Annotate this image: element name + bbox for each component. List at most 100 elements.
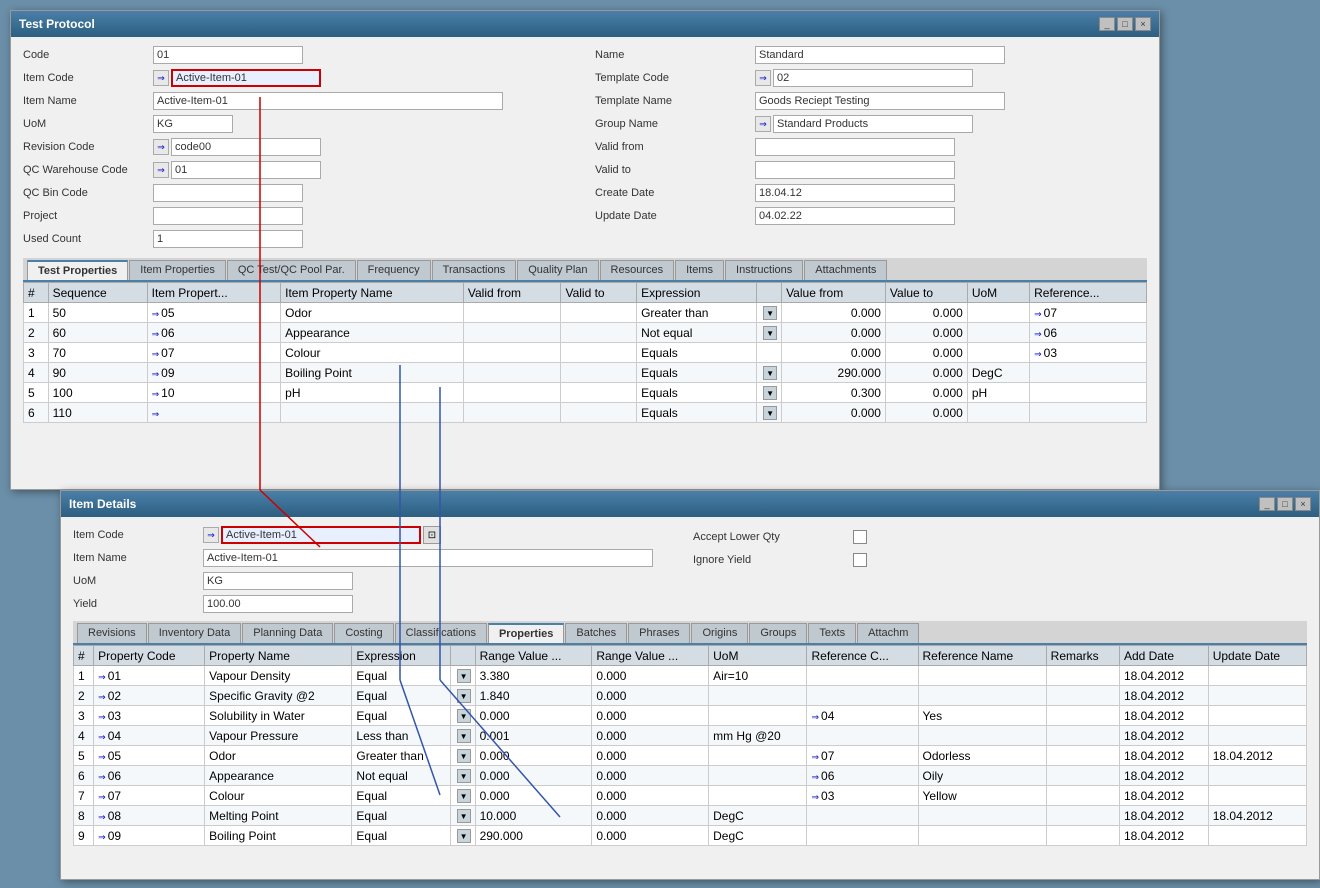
tab-classifications[interactable]: Classifications xyxy=(395,623,487,643)
cell-expression: Greater than xyxy=(637,303,757,323)
code-input[interactable] xyxy=(153,46,303,64)
project-input[interactable] xyxy=(153,207,303,225)
dropdown-icon[interactable]: ▼ xyxy=(763,406,777,420)
tab-test-properties[interactable]: Test Properties xyxy=(27,260,128,280)
maximize-button[interactable]: □ xyxy=(1117,17,1133,31)
dropdown-icon[interactable]: ▼ xyxy=(457,789,471,803)
accept-lower-qty-checkbox[interactable] xyxy=(853,530,867,544)
tab-frequency[interactable]: Frequency xyxy=(357,260,431,280)
dropdown-icon[interactable]: ▼ xyxy=(457,729,471,743)
create-date-input[interactable] xyxy=(755,184,955,202)
valid-to-input[interactable] xyxy=(755,161,955,179)
tab-attachments[interactable]: Attachments xyxy=(804,260,887,280)
cell-range-from: 10.000 xyxy=(475,806,592,826)
properties-table-container: # Property Code Property Name Expression… xyxy=(73,645,1307,846)
cell-dropdown[interactable]: ▼ xyxy=(450,826,475,846)
qc-bin-code-input[interactable] xyxy=(153,184,303,202)
dropdown-icon[interactable]: ▼ xyxy=(457,689,471,703)
template-code-arrow[interactable]: ⇒ xyxy=(755,70,771,86)
tab-attachm[interactable]: Attachm xyxy=(857,623,919,643)
item-name-input[interactable] xyxy=(153,92,503,110)
cell-dropdown[interactable]: ▼ xyxy=(450,706,475,726)
dropdown-icon[interactable]: ▼ xyxy=(457,829,471,843)
tab-batches[interactable]: Batches xyxy=(565,623,627,643)
tab-costing[interactable]: Costing xyxy=(334,623,393,643)
tab-item-properties[interactable]: Item Properties xyxy=(129,260,226,280)
dropdown-icon[interactable]: ▼ xyxy=(457,769,471,783)
group-name-input[interactable] xyxy=(773,115,973,133)
cell-valid-to xyxy=(561,323,637,343)
tab-properties[interactable]: Properties xyxy=(488,623,564,643)
id-yield-label: Yield xyxy=(73,598,203,610)
uom-input[interactable] xyxy=(153,115,233,133)
valid-from-input[interactable] xyxy=(755,138,955,156)
dropdown-icon[interactable]: ▼ xyxy=(457,749,471,763)
id-item-code-input[interactable] xyxy=(221,526,421,544)
item-minimize-button[interactable]: _ xyxy=(1259,497,1275,511)
tab-items[interactable]: Items xyxy=(675,260,724,280)
tab-origins[interactable]: Origins xyxy=(691,623,748,643)
dropdown-icon[interactable]: ▼ xyxy=(763,306,777,320)
dropdown-icon[interactable]: ▼ xyxy=(763,386,777,400)
revision-code-input[interactable] xyxy=(171,138,321,156)
item-code-browse-btn[interactable]: ⊡ xyxy=(423,526,441,544)
cell-dropdown[interactable]: ▼ xyxy=(757,403,782,423)
id-item-name-input[interactable] xyxy=(203,549,653,567)
tab-texts[interactable]: Texts xyxy=(808,623,856,643)
dropdown-icon[interactable]: ▼ xyxy=(763,366,777,380)
cell-dropdown[interactable]: ▼ xyxy=(757,323,782,343)
cell-dropdown[interactable]: ▼ xyxy=(450,806,475,826)
item-details-form: Item Code ⇒ ⊡ Item Name UoM Yield xyxy=(61,517,1319,854)
cell-dropdown[interactable]: ▼ xyxy=(450,686,475,706)
dropdown-icon[interactable]: ▼ xyxy=(457,669,471,683)
template-name-input[interactable] xyxy=(755,92,1005,110)
qc-warehouse-arrow[interactable]: ⇒ xyxy=(153,162,169,178)
tab-inventory-data[interactable]: Inventory Data xyxy=(148,623,242,643)
cell-dropdown[interactable]: ▼ xyxy=(757,383,782,403)
tab-qc-test[interactable]: QC Test/QC Pool Par. xyxy=(227,260,356,280)
cell-dropdown[interactable]: ▼ xyxy=(757,303,782,323)
cell-dropdown[interactable]: ▼ xyxy=(450,766,475,786)
cell-dropdown[interactable]: ▼ xyxy=(450,746,475,766)
dropdown-icon[interactable]: ▼ xyxy=(457,809,471,823)
tab-revisions[interactable]: Revisions xyxy=(77,623,147,643)
revision-code-arrow[interactable]: ⇒ xyxy=(153,139,169,155)
id-item-code-arrow[interactable]: ⇒ xyxy=(203,527,219,543)
cell-range-to: 0.000 xyxy=(592,726,709,746)
tab-phrases[interactable]: Phrases xyxy=(628,623,690,643)
cell-value-from: 0.000 xyxy=(782,403,886,423)
tab-resources[interactable]: Resources xyxy=(600,260,675,280)
dropdown-icon[interactable]: ▼ xyxy=(457,709,471,723)
template-code-input[interactable] xyxy=(773,69,973,87)
cell-name: Odor xyxy=(281,303,464,323)
tab-instructions[interactable]: Instructions xyxy=(725,260,803,280)
update-date-input[interactable] xyxy=(755,207,955,225)
item-maximize-button[interactable]: □ xyxy=(1277,497,1293,511)
close-button[interactable]: × xyxy=(1135,17,1151,31)
tab-quality-plan[interactable]: Quality Plan xyxy=(517,260,598,280)
item-code-arrow[interactable]: ⇒ xyxy=(153,70,169,86)
cell-ref xyxy=(1030,363,1147,383)
minimize-button[interactable]: _ xyxy=(1099,17,1115,31)
name-input[interactable] xyxy=(755,46,1005,64)
item-close-button[interactable]: × xyxy=(1295,497,1311,511)
template-code-row: Template Code ⇒ xyxy=(595,68,1147,88)
qc-warehouse-input[interactable] xyxy=(171,161,321,179)
group-name-arrow[interactable]: ⇒ xyxy=(755,116,771,132)
used-count-input[interactable] xyxy=(153,230,303,248)
id-yield-input[interactable] xyxy=(203,595,353,613)
cell-dropdown[interactable]: ▼ xyxy=(450,726,475,746)
cell-num: 4 xyxy=(74,726,94,746)
tab-transactions[interactable]: Transactions xyxy=(432,260,517,280)
dropdown-icon[interactable]: ▼ xyxy=(763,326,777,340)
item-code-input[interactable] xyxy=(171,69,321,87)
cell-dropdown[interactable] xyxy=(757,343,782,363)
ignore-yield-checkbox[interactable] xyxy=(853,553,867,567)
cell-dropdown[interactable]: ▼ xyxy=(757,363,782,383)
id-uom-input[interactable] xyxy=(203,572,353,590)
id-uom-row: UoM xyxy=(73,571,653,591)
cell-dropdown[interactable]: ▼ xyxy=(450,666,475,686)
tab-planning-data[interactable]: Planning Data xyxy=(242,623,333,643)
tab-groups[interactable]: Groups xyxy=(749,623,807,643)
cell-dropdown[interactable]: ▼ xyxy=(450,786,475,806)
